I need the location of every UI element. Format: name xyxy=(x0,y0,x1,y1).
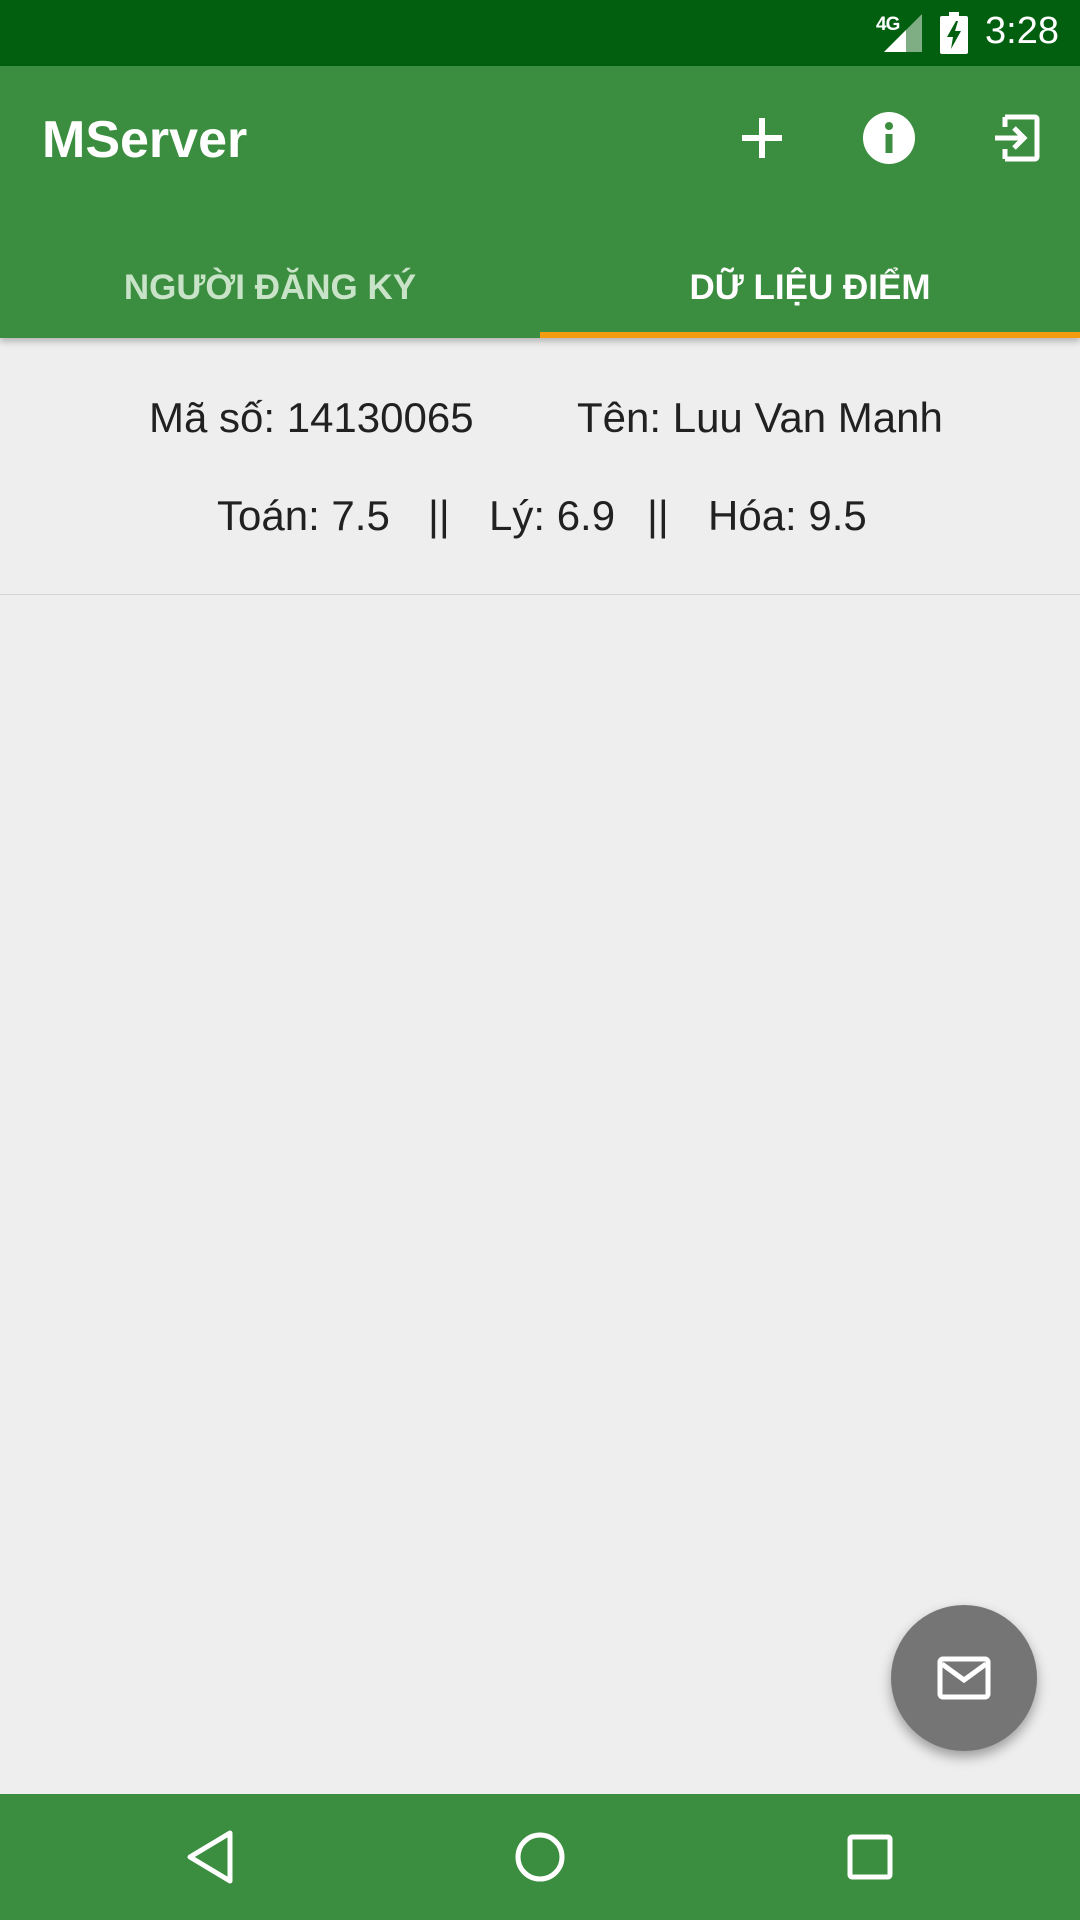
recents-icon xyxy=(847,1834,893,1880)
chemistry-score: Hóa: 9.5 xyxy=(708,492,867,539)
back-button[interactable] xyxy=(175,1822,245,1892)
list-item[interactable]: Mã số: 14130065 Tên: Luu Van Manh Toán: … xyxy=(0,338,1080,595)
physics-score: Lý: 6.9 xyxy=(489,492,616,539)
student-id: Mã số: 14130065 xyxy=(149,394,474,441)
battery-charging-icon xyxy=(940,12,968,54)
score-list[interactable]: Mã số: 14130065 Tên: Luu Van Manh Toán: … xyxy=(0,338,1080,1794)
tab-indicator xyxy=(540,332,1080,338)
mail-fab-button[interactable] xyxy=(891,1605,1037,1751)
info-icon xyxy=(863,112,915,164)
tab-label: NGƯỜI ĐĂNG KÝ xyxy=(123,268,417,307)
status-time: 3:28 xyxy=(985,10,1059,52)
app-title: MServer xyxy=(42,111,248,169)
math-score: Toán: 7.5 xyxy=(217,492,390,539)
student-name: Tên: Luu Van Manh xyxy=(577,394,943,441)
tab-label: DỮ LIỆU ĐIỂM xyxy=(689,268,931,307)
tab-score-data[interactable]: DỮ LIỆU ĐIỂM xyxy=(540,238,1080,338)
tab-bar: NGƯỜI ĐĂNG KÝ DỮ LIỆU ĐIỂM xyxy=(0,238,1080,338)
add-button[interactable] xyxy=(730,106,794,170)
signal-icon xyxy=(884,14,922,52)
home-button[interactable] xyxy=(505,1822,575,1892)
status-bar: 4G 3:28 xyxy=(0,0,1080,66)
add-icon xyxy=(742,118,782,158)
back-icon xyxy=(187,1830,233,1884)
exit-button[interactable] xyxy=(984,106,1048,170)
screen: 4G 3:28 MServer NGƯỜI ĐĂNG KÝ DỮ LIỆU ĐI… xyxy=(0,0,1080,1920)
recents-button[interactable] xyxy=(835,1822,905,1892)
exit-icon xyxy=(995,114,1040,162)
navigation-bar xyxy=(0,1794,1080,1920)
mail-icon xyxy=(937,1656,991,1700)
info-button[interactable] xyxy=(857,106,921,170)
separator: || xyxy=(428,492,450,539)
home-icon xyxy=(515,1832,565,1882)
tab-registrants[interactable]: NGƯỜI ĐĂNG KÝ xyxy=(0,238,540,338)
app-bar: MServer NGƯỜI ĐĂNG KÝ DỮ LIỆU ĐIỂM xyxy=(0,66,1080,338)
separator: || xyxy=(647,492,669,539)
